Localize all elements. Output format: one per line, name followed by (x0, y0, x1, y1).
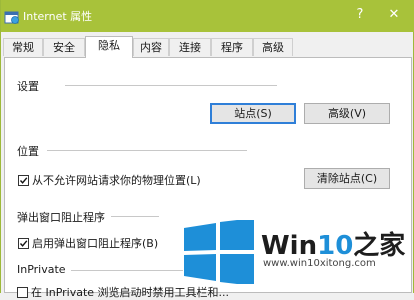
watermark-brand: Win10之家 (261, 225, 405, 262)
window-title: Internet 属性 (23, 10, 93, 23)
windows-logo-icon (182, 218, 256, 286)
tab-advanced[interactable]: 高级 (253, 38, 293, 56)
popup-heading: 弹出窗口阻止程序 (17, 211, 105, 224)
settings-divider (65, 85, 277, 86)
tab-general[interactable]: 常规 (3, 38, 43, 56)
tab-connections[interactable]: 连接 (169, 38, 211, 56)
inprivate-checkbox-row[interactable]: 在 InPrivate 浏览启动时禁用工具栏和... (17, 284, 229, 300)
inprivate-heading: InPrivate (17, 263, 66, 276)
clear-sites-button[interactable]: 清除站点(C) (304, 168, 390, 189)
tab-content[interactable]: 内容 (133, 38, 169, 56)
dialog-window: Internet 属性 ? ✕ 常规 安全 隐私 内容 连接 程序 高级 设置 … (0, 0, 414, 299)
watermark-brand-prefix: Win (261, 231, 318, 261)
sites-button[interactable]: 站点(S) (210, 103, 296, 124)
internet-options-icon (4, 9, 20, 25)
tab-programs[interactable]: 程序 (211, 38, 253, 56)
popup-divider (111, 216, 159, 217)
title-bar[interactable]: Internet 属性 ? ✕ (1, 0, 414, 32)
popup-checkbox-row[interactable]: 启用弹出窗口阻止程序(B) (18, 235, 158, 251)
help-button[interactable]: ? (348, 4, 372, 26)
inprivate-checkbox[interactable] (17, 286, 28, 298)
location-checkbox[interactable] (18, 174, 29, 186)
location-checkbox-row[interactable]: 从不允许网站请求你的物理位置(L) (18, 172, 201, 188)
advanced-button[interactable]: 高级(V) (304, 103, 390, 124)
inprivate-divider (71, 270, 183, 271)
popup-checkbox-label: 启用弹出窗口阻止程序(B) (32, 237, 159, 250)
watermark-brand-number: 10 (317, 231, 354, 261)
location-heading: 位置 (17, 145, 39, 158)
tab-security[interactable]: 安全 (43, 38, 85, 56)
location-checkbox-label: 从不允许网站请求你的物理位置(L) (32, 174, 201, 187)
tab-privacy[interactable]: 隐私 (85, 36, 133, 58)
close-button[interactable]: ✕ (382, 4, 406, 26)
watermark-url: www.win10xitong.com (263, 258, 376, 269)
settings-heading: 设置 (17, 80, 39, 93)
location-divider (47, 150, 247, 151)
watermark-brand-suffix: 之家 (353, 231, 406, 261)
popup-checkbox[interactable] (18, 237, 29, 249)
